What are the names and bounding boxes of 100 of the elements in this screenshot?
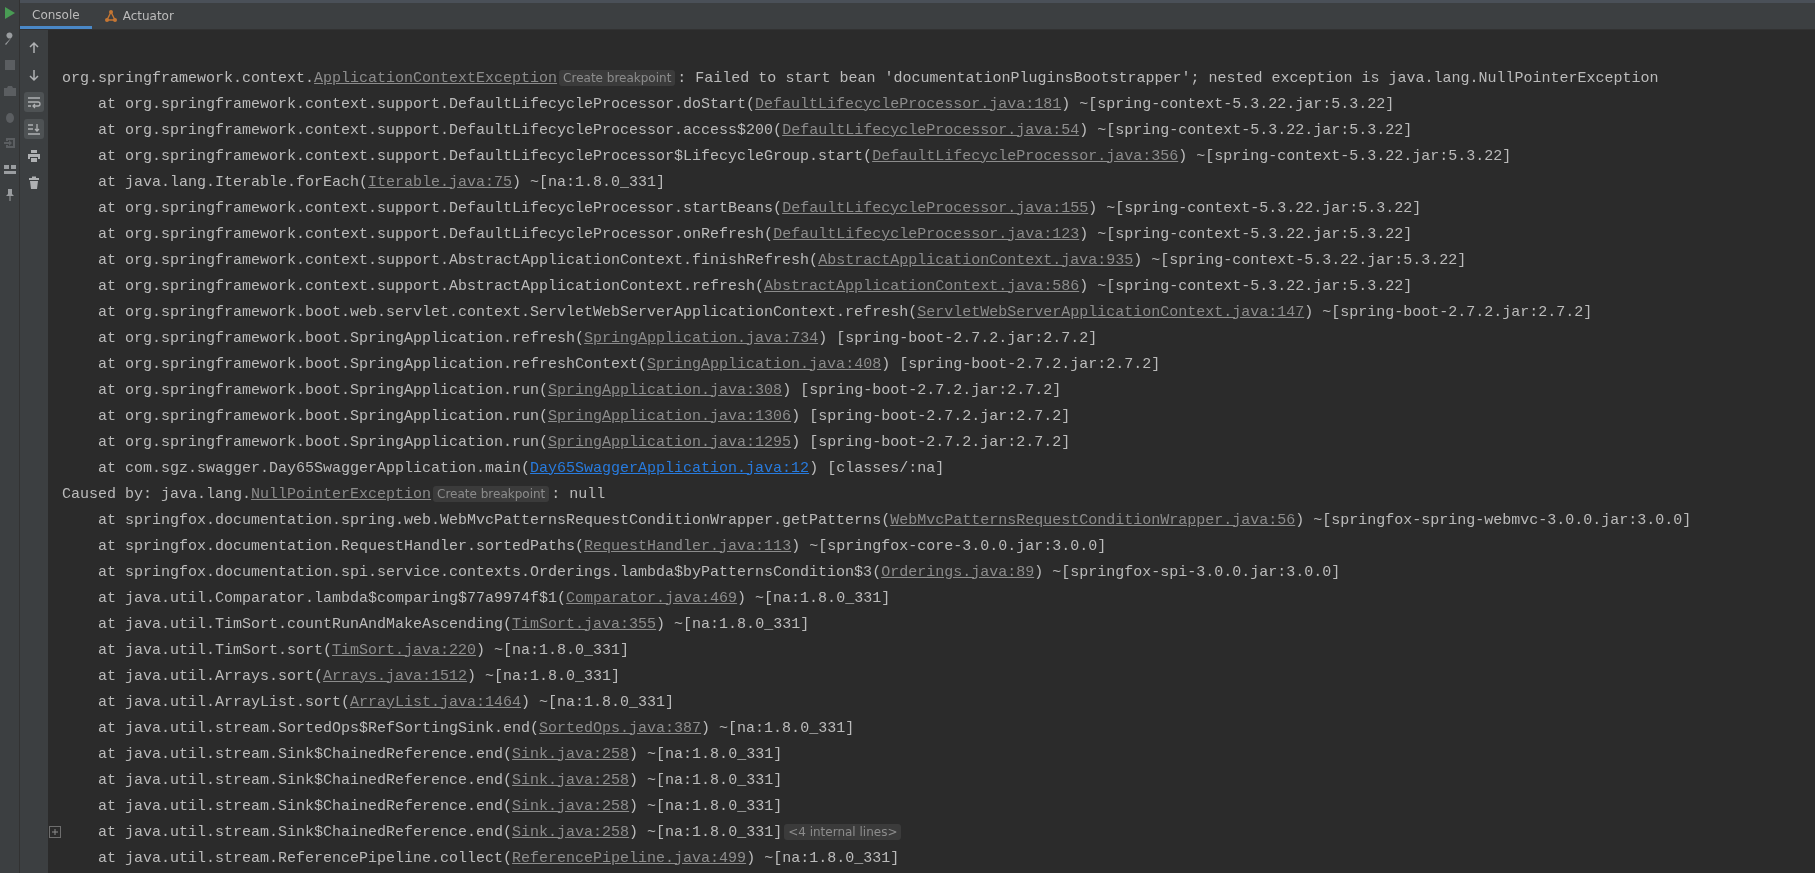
log-text: at org.springframework.context.support.DefaultLifecycleProcessor.startBeans( [98, 199, 783, 217]
log-text: ) ~[na:1.8.0_331] [656, 615, 810, 633]
log-text: ) ~[na:1.8.0_331] [746, 849, 900, 867]
layout-icon[interactable] [2, 162, 17, 176]
inlay-hint[interactable]: Create breakpoint [433, 485, 550, 502]
source-link[interactable]: AbstractApplicationContext.java:935 [818, 251, 1134, 269]
log-text: at org.springframework.context.support.DefaultLifecycleProcessor.access$200( [98, 121, 783, 139]
log-text: ) [spring-boot-2.7.2.jar:2.7.2] [782, 381, 1062, 399]
log-text: at java.util.stream.Sink$ChainedReference.end( [98, 797, 513, 815]
source-link[interactable]: Comparator.java:469 [566, 589, 738, 607]
log-text: ) ~[na:1.8.0_331] [701, 719, 855, 737]
source-link[interactable]: TimSort.java:220 [332, 641, 477, 659]
log-text: at org.springframework.boot.SpringApplication.run( [98, 433, 549, 451]
log-text: : Failed to start bean 'documentationPluginsBootstrapper'; nested exception is java.lang.NullPointerException [677, 69, 1659, 87]
source-link[interactable]: Sink.java:258 [512, 823, 630, 841]
log-text: at java.util.stream.SortedOps$RefSortingSink.end( [98, 719, 540, 737]
log-text: ) ~[na:1.8.0_331] [512, 173, 666, 191]
source-link[interactable]: Iterable.java:75 [368, 173, 513, 191]
log-text: at java.util.Arrays.sort( [98, 667, 324, 685]
source-link[interactable]: ReferencePipeline.java:499 [512, 849, 747, 867]
tab[interactable]: Actuator [91, 3, 186, 29]
log-text: at java.util.stream.ReferencePipeline.collect( [98, 849, 513, 867]
log-text: ) ~[spring-context-5.3.22.jar:5.3.22] [1061, 95, 1395, 113]
inlay-hint[interactable]: <4 internal lines> [784, 823, 902, 840]
log-text: ) ~[spring-boot-2.7.2.jar:2.7.2] [1304, 303, 1593, 321]
log-text: at org.springframework.context.support.AbstractApplicationContext.finishRefresh( [98, 251, 819, 269]
source-link[interactable]: DefaultLifecycleProcessor.java:54 [782, 121, 1080, 139]
log-text: ) ~[spring-context-5.3.22.jar:5.3.22] [1178, 147, 1512, 165]
log-text: ) [classes/:na] [809, 459, 945, 477]
source-link[interactable]: ApplicationContextException [314, 69, 558, 87]
source-link[interactable]: AbstractApplicationContext.java:586 [764, 277, 1080, 295]
log-text: at com.sgz.swagger.Day65SwaggerApplication.main( [98, 459, 531, 477]
log-text: ) ~[springfox-core-3.0.0.jar:3.0.0] [791, 537, 1107, 555]
log-text: ) [spring-boot-2.7.2.jar:2.7.2] [818, 329, 1098, 347]
source-link[interactable]: Sink.java:258 [512, 797, 630, 815]
log-text: : null [551, 485, 606, 503]
log-text: ) ~[springfox-spi-3.0.0.jar:3.0.0] [1034, 563, 1341, 581]
run-icon[interactable] [2, 6, 17, 20]
log-text: ) ~[spring-context-5.3.22.jar:5.3.22] [1133, 251, 1467, 269]
log-text: ) ~[na:1.8.0_331] [629, 745, 783, 763]
log-text: ) ~[na:1.8.0_331] [629, 823, 783, 841]
log-text: at springfox.documentation.spring.web.WebMvcPatternsRequestConditionWrapper.getPatterns( [98, 511, 891, 529]
log-text: ) ~[na:1.8.0_331] [737, 589, 891, 607]
log-text: at java.util.stream.Sink$ChainedReference.end( [98, 823, 513, 841]
log-text: ) ~[springfox-spring-webmvc-3.0.0.jar:3.0.0] [1295, 511, 1692, 529]
source-link[interactable]: RequestHandler.java:113 [584, 537, 792, 555]
source-link[interactable]: SpringApplication.java:734 [584, 329, 819, 347]
source-link[interactable]: Orderings.java:89 [881, 563, 1035, 581]
source-link[interactable]: SpringApplication.java:308 [548, 381, 783, 399]
log-text: at springfox.documentation.RequestHandler.sortedPaths( [98, 537, 585, 555]
log-text: at org.springframework.context.support.DefaultLifecycleProcessor.onRefresh( [98, 225, 774, 243]
log-text: at org.springframework.boot.SpringApplication.refresh( [98, 329, 585, 347]
log-text: at org.springframework.boot.SpringApplication.run( [98, 381, 549, 399]
inlay-hint[interactable]: Create breakpoint [559, 69, 676, 86]
log-text: ) [spring-boot-2.7.2.jar:2.7.2] [881, 355, 1161, 373]
log-text: ) ~[na:1.8.0_331] [467, 667, 621, 685]
source-link[interactable]: ArrayList.java:1464 [350, 693, 522, 711]
source-link[interactable]: WebMvcPatternsRequestConditionWrapper.java:56 [890, 511, 1296, 529]
log-text: ) ~[na:1.8.0_331] [476, 641, 630, 659]
source-link[interactable]: SortedOps.java:387 [539, 719, 702, 737]
source-link[interactable]: SpringApplication.java:1295 [548, 433, 792, 451]
log-text: at org.springframework.context.support.AbstractApplicationContext.refresh( [98, 277, 765, 295]
log-text: at java.util.Comparator.lambda$comparing$77a9974f$1( [98, 589, 567, 607]
source-link[interactable]: DefaultLifecycleProcessor.java:155 [782, 199, 1089, 217]
log-text: ) ~[na:1.8.0_331] [521, 693, 675, 711]
source-link[interactable]: Sink.java:258 [512, 771, 630, 789]
source-link[interactable]: SpringApplication.java:408 [647, 355, 882, 373]
log-text: at java.util.stream.Sink$ChainedReference.end( [98, 745, 513, 763]
log-text: ) ~[spring-context-5.3.22.jar:5.3.22] [1079, 121, 1413, 139]
source-link[interactable]: DefaultLifecycleProcessor.java:356 [872, 147, 1179, 165]
log-text: at java.lang.Iterable.forEach( [98, 173, 369, 191]
expand-icon[interactable] [49, 826, 61, 838]
source-link[interactable]: NullPointerException [251, 485, 432, 503]
log-text: Caused by: java.lang. [62, 485, 252, 503]
log-text: ) ~[spring-context-5.3.22.jar:5.3.22] [1079, 225, 1413, 243]
log-text: at org.springframework.context.support.DefaultLifecycleProcessor.doStart( [98, 95, 756, 113]
log-text: ) ~[spring-context-5.3.22.jar:5.3.22] [1088, 199, 1422, 217]
source-link[interactable]: Sink.java:258 [512, 745, 630, 763]
source-link[interactable]: SpringApplication.java:1306 [548, 407, 792, 425]
soft-wrap-icon[interactable] [24, 92, 44, 112]
log-text: org.springframework.context. [62, 69, 315, 87]
source-link[interactable]: Arrays.java:1512 [323, 667, 468, 685]
log-text: at org.springframework.context.support.DefaultLifecycleProcessor$LifecycleGroup.start( [98, 147, 873, 165]
scroll-to-end-icon[interactable] [24, 119, 44, 139]
log-text: at org.springframework.boot.SpringApplication.refreshContext( [98, 355, 648, 373]
log-text: at springfox.documentation.spi.service.contexts.Orderings.lambda$byPatternsCondition$3( [98, 563, 882, 581]
log-text: at org.springframework.boot.web.servlet.context.ServletWebServerApplicationContext.refresh( [98, 303, 918, 321]
log-text: ) ~[na:1.8.0_331] [629, 771, 783, 789]
log-text: at java.util.ArrayList.sort( [98, 693, 351, 711]
log-text: at java.util.TimSort.countRunAndMakeAscending( [98, 615, 513, 633]
source-link[interactable]: DefaultLifecycleProcessor.java:123 [773, 225, 1080, 243]
log-text: ) ~[na:1.8.0_331] [629, 797, 783, 815]
source-link[interactable]: DefaultLifecycleProcessor.java:181 [755, 95, 1062, 113]
log-text: at java.util.stream.Sink$ChainedReference.end( [98, 771, 513, 789]
source-link[interactable]: ServletWebServerApplicationContext.java:147 [917, 303, 1305, 321]
source-link[interactable]: TimSort.java:355 [512, 615, 657, 633]
log-text: ) [spring-boot-2.7.2.jar:2.7.2] [791, 433, 1071, 451]
source-link[interactable]: Day65SwaggerApplication.java:12 [530, 459, 810, 477]
log-text: at java.util.TimSort.sort( [98, 641, 333, 659]
log-text: at org.springframework.boot.SpringApplication.run( [98, 407, 549, 425]
